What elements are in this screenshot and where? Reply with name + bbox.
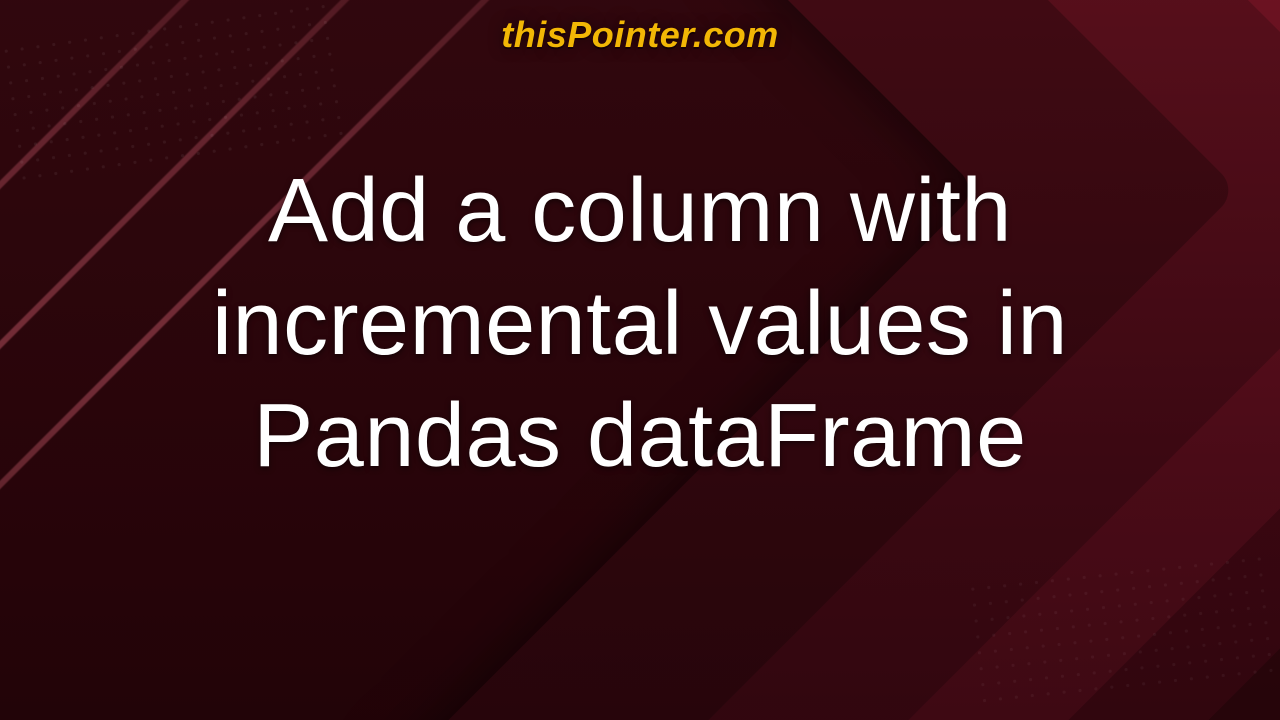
site-brand: thisPointer.com [0, 14, 1280, 56]
page-title: Add a column with incremental values in … [0, 155, 1280, 493]
